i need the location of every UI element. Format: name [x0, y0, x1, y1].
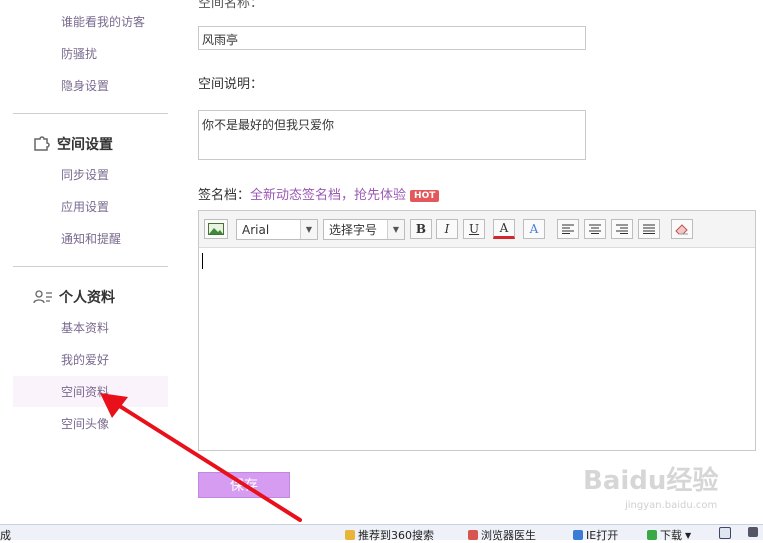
chevron-down-icon: ▼	[685, 530, 692, 540]
window-icon[interactable]	[719, 527, 731, 539]
statusbar-search-360[interactable]: 推荐到360搜索	[345, 527, 434, 543]
statusbar-ie-open[interactable]: IE打开	[573, 527, 618, 543]
browser-statusbar: 成 推荐到360搜索 浏览器医生 IE打开 下载 ▼	[0, 524, 763, 543]
speaker-icon[interactable]	[748, 527, 758, 537]
statusbar-browser-doctor[interactable]: 浏览器医生	[468, 527, 536, 543]
status-text: 成	[0, 529, 11, 542]
statusbar-download[interactable]: 下载 ▼	[647, 527, 691, 543]
annotation-arrow-icon	[100, 393, 302, 522]
